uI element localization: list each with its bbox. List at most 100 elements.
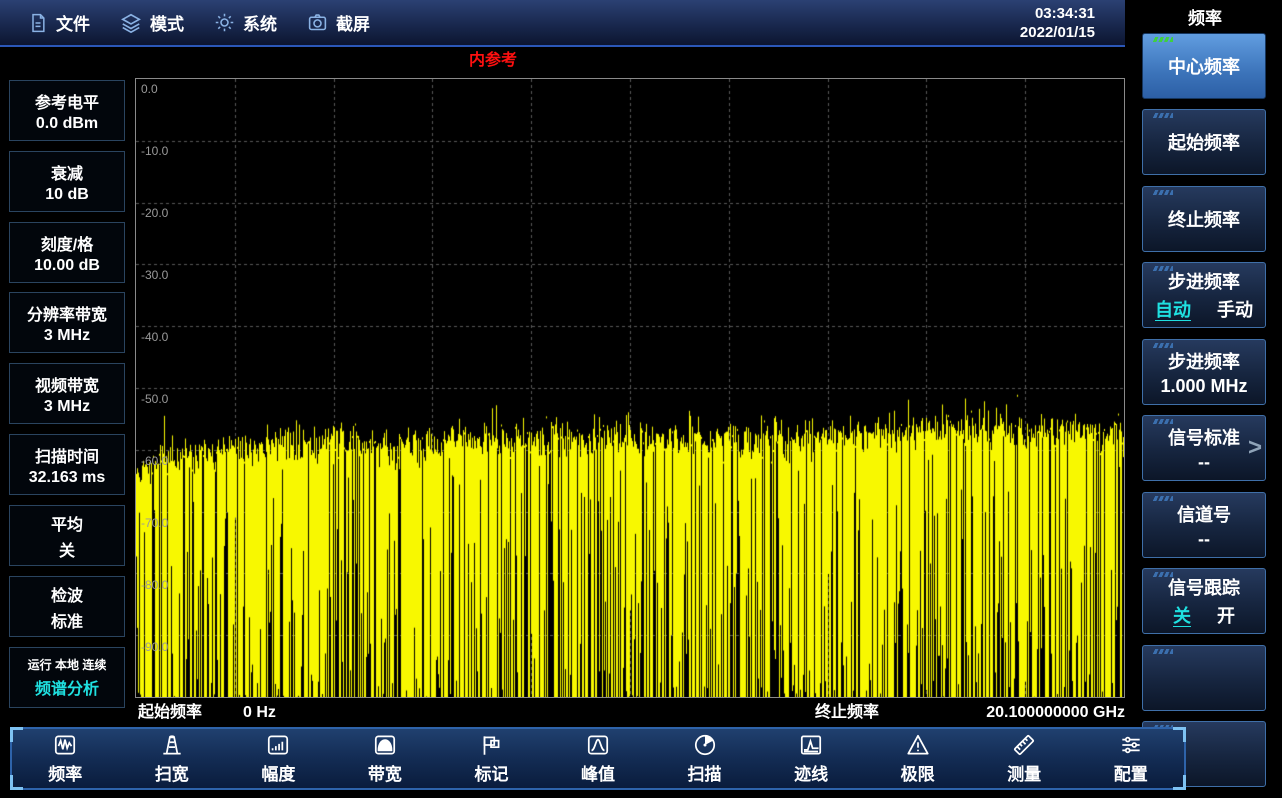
spectrum-plot: 0.0 -10.0 -20.0 -30.0 -40.0 -50.0 -60.0 … <box>135 78 1125 698</box>
signal-standard-button[interactable]: 信号标准 -- > <box>1142 415 1266 481</box>
detector-label: 检波 <box>51 582 83 606</box>
top-menu-bar: 文件 模式 系统 截屏 03:34:31 2022/01/15 <box>0 0 1125 47</box>
toolbar-corner-icon <box>1173 775 1186 790</box>
peak-icon <box>585 732 611 758</box>
trace-icon <box>798 732 824 758</box>
gear-icon <box>214 12 235 33</box>
toolbar-measure[interactable]: 测量 <box>971 729 1078 788</box>
menu-mode[interactable]: 模式 <box>120 10 184 35</box>
step-frequency-mode-button[interactable]: 步进频率 自动 手动 <box>1142 262 1266 328</box>
bandwidth-icon <box>372 732 398 758</box>
layers-icon <box>120 12 142 34</box>
blank-softkey-button[interactable] <box>1142 645 1266 711</box>
toolbar-peak-label: 峰值 <box>581 760 615 785</box>
signal-track-button[interactable]: 信号跟踪 关 开 <box>1142 568 1266 634</box>
button-corner-icon <box>1153 572 1173 577</box>
signal-track-on-option[interactable]: 开 <box>1217 602 1235 628</box>
active-indicator-icon <box>1153 37 1173 42</box>
button-corner-icon <box>1153 113 1173 118</box>
center-frequency-button[interactable]: 中心频率 <box>1142 33 1266 99</box>
y-tick: -80.0 <box>141 578 168 592</box>
spectrum-canvas <box>136 79 1124 697</box>
toolbar-peak[interactable]: 峰值 <box>545 729 652 788</box>
stop-frequency-button-label: 终止频率 <box>1168 206 1240 232</box>
clock: 03:34:31 2022/01/15 <box>1020 4 1095 42</box>
rbw-box[interactable]: 分辨率带宽 3 MHz <box>9 292 125 353</box>
vbw-label: 视频带宽 <box>35 372 99 396</box>
step-auto-option[interactable]: 自动 <box>1155 296 1191 322</box>
amplitude-icon <box>265 732 291 758</box>
step-frequency-mode-label: 步进频率 <box>1168 268 1240 294</box>
toolbar-amplitude[interactable]: 幅度 <box>225 729 332 788</box>
start-frequency-button[interactable]: 起始频率 <box>1142 109 1266 175</box>
internal-reference-annotation: 内参考 <box>469 46 517 70</box>
ref-level-label: 参考电平 <box>35 89 99 113</box>
button-corner-icon <box>1153 266 1173 271</box>
y-tick: -60.0 <box>141 454 168 468</box>
ref-level-value: 0.0 dBm <box>36 115 98 133</box>
bottom-toolbar: 频率 扫宽 幅度 带宽 标记 峰值 扫描 迹线 <box>10 727 1186 790</box>
attenuation-label: 衰减 <box>51 160 83 184</box>
signal-standard-label: 信号标准 <box>1168 424 1240 450</box>
menu-file[interactable]: 文件 <box>28 10 90 35</box>
attenuation-value: 10 dB <box>45 186 89 204</box>
menu-file-label: 文件 <box>56 10 90 35</box>
toolbar-bandwidth[interactable]: 带宽 <box>332 729 439 788</box>
average-label: 平均 <box>51 511 83 535</box>
toolbar-sweep[interactable]: 扫描 <box>651 729 758 788</box>
toolbar-span-label: 扫宽 <box>155 760 189 785</box>
scale-div-box[interactable]: 刻度/格 10.00 dB <box>9 222 125 283</box>
start-frequency-button-label: 起始频率 <box>1168 129 1240 155</box>
vbw-box[interactable]: 视频带宽 3 MHz <box>9 363 125 424</box>
button-corner-icon <box>1153 343 1173 348</box>
stop-frequency-button[interactable]: 终止频率 <box>1142 186 1266 252</box>
stop-frequency-value: 20.100000000 GHz <box>986 700 1125 726</box>
y-tick: -70.0 <box>141 516 168 530</box>
toolbar-marker[interactable]: 标记 <box>438 729 545 788</box>
frequency-readout-row: 起始频率 0 Hz 终止频率 20.100000000 GHz <box>135 700 1125 726</box>
analysis-mode-value: 频谱分析 <box>35 675 99 699</box>
channel-number-button[interactable]: 信道号 -- <box>1142 492 1266 558</box>
toolbar-amplitude-label: 幅度 <box>261 760 295 785</box>
run-state-label: 运行 本地 连续 <box>28 656 107 673</box>
average-value: 关 <box>59 537 75 561</box>
menu-mode-label: 模式 <box>150 10 184 35</box>
signal-standard-value: -- <box>1198 452 1210 473</box>
step-frequency-value: 1.000 MHz <box>1160 376 1247 397</box>
toolbar-config-label: 配置 <box>1114 760 1148 785</box>
span-icon <box>159 732 185 758</box>
limit-icon <box>905 732 931 758</box>
signal-track-label: 信号跟踪 <box>1168 574 1240 600</box>
measure-icon <box>1011 732 1037 758</box>
toolbar-limit[interactable]: 极限 <box>864 729 971 788</box>
menu-system[interactable]: 系统 <box>214 10 277 35</box>
attenuation-box[interactable]: 衰减 10 dB <box>9 151 125 212</box>
file-icon <box>28 13 48 33</box>
start-frequency-value: 0 Hz <box>243 700 276 726</box>
start-frequency-label: 起始频率 <box>138 700 202 726</box>
step-manual-option[interactable]: 手动 <box>1217 296 1253 322</box>
step-frequency-value-button[interactable]: 步进频率 1.000 MHz <box>1142 339 1266 405</box>
button-corner-icon <box>1153 649 1173 654</box>
toolbar-config[interactable]: 配置 <box>1077 729 1184 788</box>
detector-box[interactable]: 检波 标准 <box>9 576 125 637</box>
toolbar-measure-label: 测量 <box>1007 760 1041 785</box>
frequency-icon <box>52 732 78 758</box>
menu-screenshot[interactable]: 截屏 <box>307 10 370 35</box>
signal-track-off-option[interactable]: 关 <box>1173 602 1191 628</box>
button-corner-icon <box>1153 190 1173 195</box>
average-box[interactable]: 平均 关 <box>9 505 125 566</box>
chevron-right-icon: > <box>1248 434 1262 462</box>
toolbar-frequency[interactable]: 频率 <box>12 729 119 788</box>
toolbar-span[interactable]: 扫宽 <box>119 729 226 788</box>
y-tick: -90.0 <box>141 640 168 654</box>
menu-system-label: 系统 <box>243 10 277 35</box>
toolbar-sweep-label: 扫描 <box>688 760 722 785</box>
y-tick: -30.0 <box>141 268 168 282</box>
toolbar-trace-label: 迹线 <box>794 760 828 785</box>
center-frequency-label: 中心频率 <box>1168 53 1240 79</box>
marker-icon <box>478 732 504 758</box>
toolbar-trace[interactable]: 迹线 <box>758 729 865 788</box>
ref-level-box[interactable]: 参考电平 0.0 dBm <box>9 80 125 141</box>
sweep-time-box[interactable]: 扫描时间 32.163 ms <box>9 434 125 495</box>
